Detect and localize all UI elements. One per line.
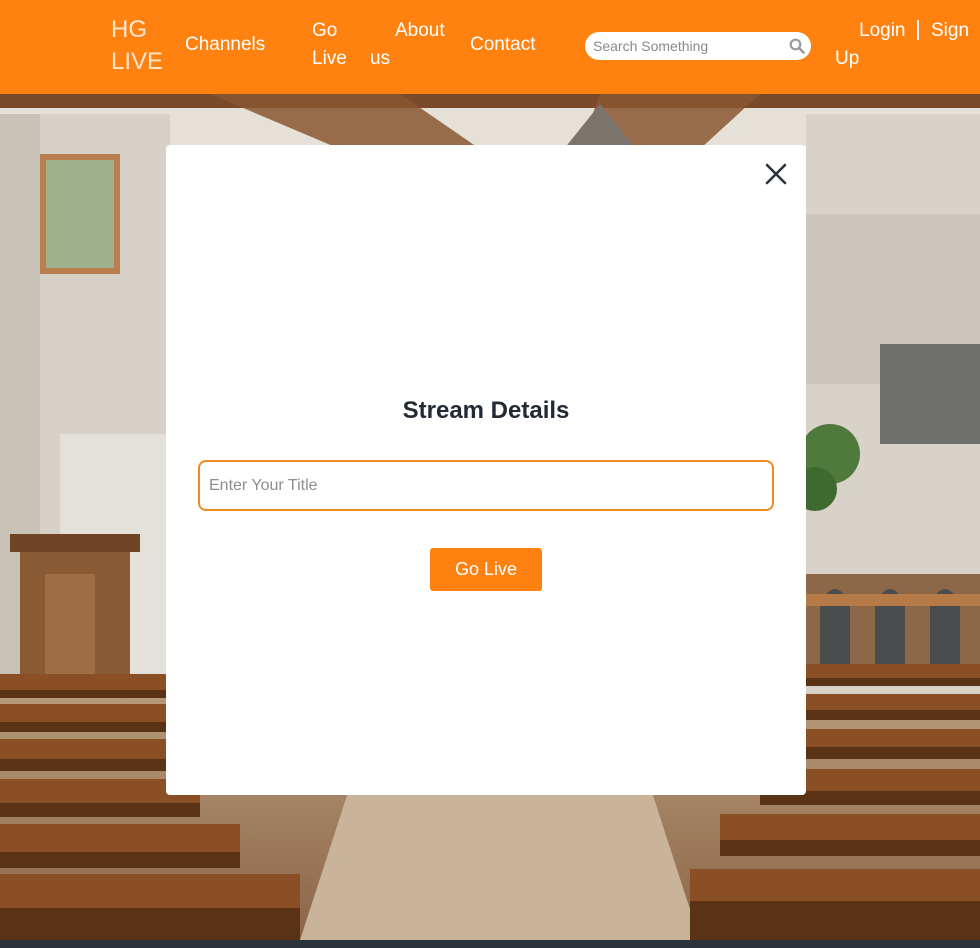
stream-details-modal: Stream Details Go Live bbox=[166, 145, 806, 795]
bottom-bar bbox=[0, 940, 980, 948]
modal-title: Stream Details bbox=[402, 397, 570, 424]
nav-channels[interactable]: Channels bbox=[185, 31, 265, 59]
nav-about-line1: About bbox=[395, 20, 445, 41]
navbar: HG LIVE Channels Go Live About us Contac… bbox=[0, 0, 980, 94]
brand-logo[interactable]: HG LIVE bbox=[111, 14, 181, 78]
login-link[interactable]: Login bbox=[859, 17, 906, 45]
search-icon[interactable] bbox=[789, 38, 805, 54]
nav-go-live-line1: Go bbox=[312, 20, 338, 41]
nav-go-live[interactable]: Go Live bbox=[312, 17, 352, 73]
search-input[interactable] bbox=[593, 32, 783, 60]
close-icon[interactable] bbox=[763, 161, 789, 187]
brand-line2: LIVE bbox=[111, 48, 164, 75]
go-live-button[interactable]: Go Live bbox=[430, 548, 542, 591]
signup-link-line1[interactable]: Sign bbox=[931, 17, 969, 45]
stream-title-input[interactable] bbox=[198, 460, 774, 511]
search-box bbox=[585, 32, 811, 60]
auth-divider bbox=[917, 20, 919, 40]
signup-link-line2[interactable]: Up bbox=[835, 45, 980, 73]
auth-links: Login Sign Up bbox=[835, 17, 980, 73]
nav-about-us[interactable]: About us bbox=[370, 17, 450, 73]
nav-contact[interactable]: Contact bbox=[470, 31, 535, 59]
nav-go-live-line2: Live bbox=[312, 48, 347, 69]
brand-line1: HG bbox=[111, 16, 147, 43]
nav-about-line2: us bbox=[370, 48, 391, 69]
